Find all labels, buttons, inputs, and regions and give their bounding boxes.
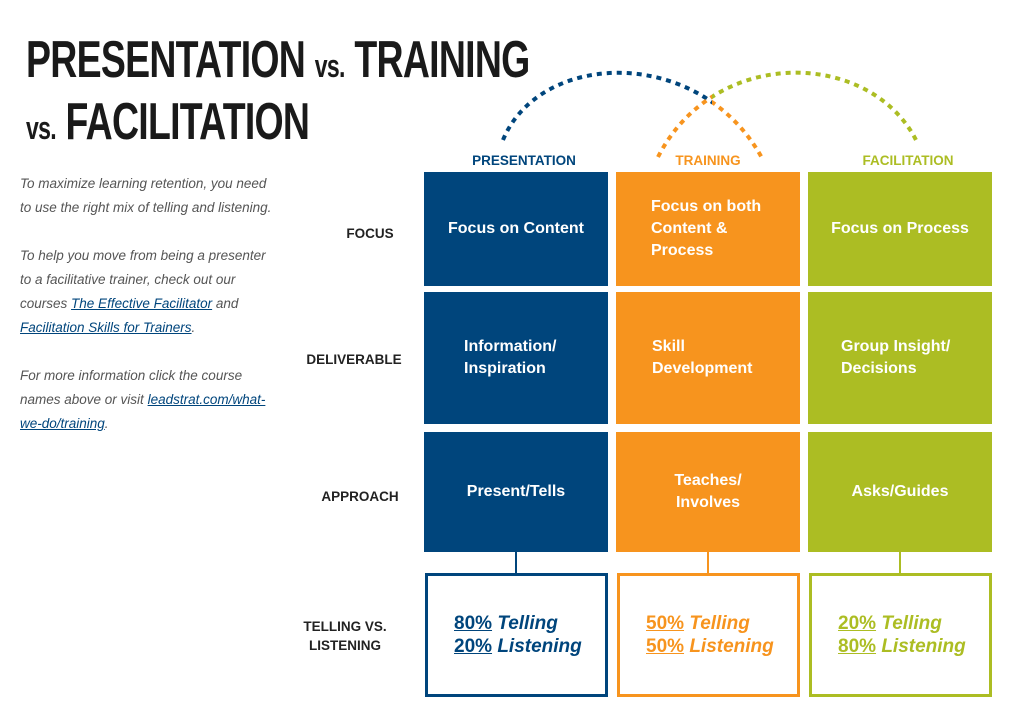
cell-training-focus: Focus on both Content & Process (616, 172, 800, 286)
telling-label: Telling (497, 613, 558, 634)
text: . (104, 416, 109, 431)
text: and (215, 296, 239, 311)
listening-percent: 50% (646, 636, 685, 657)
column-header-presentation: PRESENTATION (472, 153, 576, 168)
row-label-deliverable: DELIVERABLE (306, 352, 402, 367)
column-header-training: TRAINING (675, 153, 741, 168)
row-label-focus: FOCUS (346, 226, 394, 241)
listening-percent: 80% (838, 636, 877, 657)
cell-presentation-deliverable: Information/ Inspiration (424, 292, 608, 424)
facilitation-arc-overlap (656, 94, 712, 158)
link-effective-facilitator[interactable]: The Effective Facilitator (71, 296, 212, 311)
overlap-arcs (501, 70, 918, 159)
ratio-box-facilitation: 20% Telling 80% Listening (809, 573, 992, 697)
telling-percent: 20% (838, 613, 877, 634)
row-label-approach: APPROACH (321, 489, 399, 504)
row-label-telling-listening: TELLING VS. LISTENING (303, 619, 387, 653)
connector-line (899, 552, 901, 574)
cell-facilitation-deliverable: Group Insight/ Decisions (808, 292, 992, 424)
cell-presentation-approach: Present/Tells (424, 432, 608, 552)
listening-label: Listening (497, 636, 582, 657)
facilitation-arc (712, 70, 918, 141)
ratio-box-training: 50% Telling 50% Listening (617, 573, 800, 697)
intro-text: To maximize learning retention, you need… (20, 172, 280, 460)
telling-label: Telling (689, 613, 750, 634)
telling-percent: 80% (454, 613, 493, 634)
link-facilitation-skills[interactable]: Facilitation Skills for Trainers (20, 320, 192, 335)
ratio-box-presentation: 80% Telling 20% Listening (425, 573, 608, 697)
intro-paragraph: To help you move from being a presenter … (20, 244, 280, 340)
listening-percent: 20% (454, 636, 493, 657)
intro-paragraph: For more information click the course na… (20, 364, 280, 436)
cell-facilitation-approach: Asks/Guides (808, 432, 992, 552)
telling-label: Telling (881, 613, 942, 634)
column-header-facilitation: FACILITATION (862, 153, 954, 168)
text: . (191, 320, 196, 335)
cell-training-deliverable: Skill Development (616, 292, 800, 424)
presentation-arc-overlap (712, 99, 764, 159)
presentation-arc (501, 70, 712, 141)
connector-line (707, 552, 709, 574)
connector-line (515, 552, 517, 574)
cell-facilitation-focus: Focus on Process (808, 172, 992, 286)
listening-label: Listening (689, 636, 774, 657)
cell-presentation-focus: Focus on Content (424, 172, 608, 286)
telling-percent: 50% (646, 613, 685, 634)
cell-training-approach: Teaches/ Involves (616, 432, 800, 552)
listening-label: Listening (881, 636, 966, 657)
